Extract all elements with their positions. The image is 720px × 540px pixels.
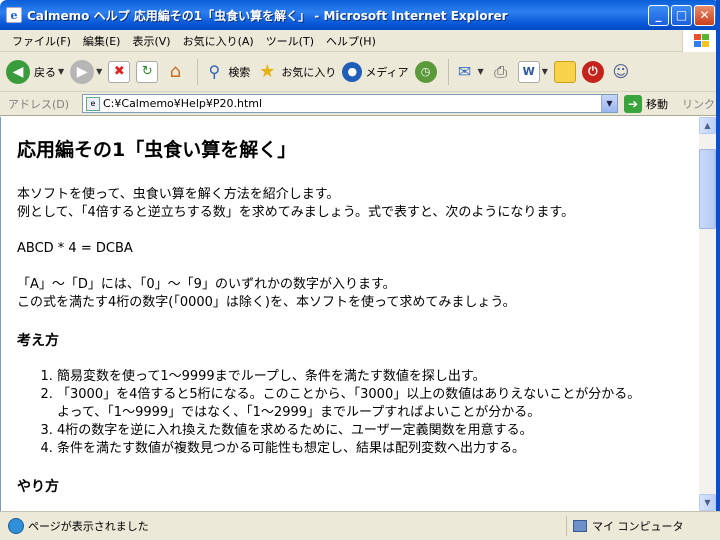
go-button[interactable]: ➔ 移動 — [624, 94, 668, 113]
media-label: メディア — [365, 65, 409, 79]
minimize-button[interactable]: _ — [648, 4, 669, 26]
forward-arrow-icon: ▶ — [70, 59, 95, 84]
menu-help[interactable]: ヘルプ(H) — [320, 33, 382, 49]
mail-icon: ✉ — [457, 62, 472, 81]
stop-button[interactable]: ✖ — [108, 60, 131, 83]
vertical-scrollbar[interactable]: ▲ ▼ — [699, 117, 716, 511]
mail-dropdown-icon[interactable]: ▼ — [478, 67, 484, 76]
favorites-label: お気に入り — [281, 65, 337, 79]
intro-line-2: 例として、「4倍すると逆立ちする数」を求めてみましょう。式で表すと、次のようにな… — [17, 205, 575, 220]
address-dropdown-icon[interactable]: ▼ — [601, 95, 617, 112]
links-label[interactable]: リンク — [682, 96, 715, 112]
list-item: 4桁の数字を逆に入れ換えた数値を求めるために、ユーザー定義関数を用意する。 — [57, 422, 699, 440]
maximize-button[interactable]: □ — [671, 4, 692, 26]
search-label: 検索 — [228, 65, 251, 79]
menu-view[interactable]: 表示(V) — [126, 33, 176, 49]
toolbar: ◀ 戻る ▼ ▶ ▼ ✖ ↻ ⌂ ⚲ 検索 ★ お気に入り ● メディア ◷ ✉… — [0, 52, 720, 92]
power-icon: ⏻ — [581, 60, 604, 83]
address-box: e ▼ — [82, 94, 618, 113]
go-arrow-icon: ➔ — [624, 94, 642, 113]
windows-logo-icon — [682, 30, 720, 52]
title-bar: e Calmemo ヘルプ 応用編その1「虫食い算を解く」 - Microsof… — [0, 0, 720, 30]
favorites-star-icon: ★ — [259, 61, 276, 82]
mail-button[interactable]: ✉ ▼ — [454, 61, 484, 83]
window-title: Calmemo ヘルプ 応用編その1「虫食い算を解く」 - Microsoft … — [27, 8, 508, 23]
back-label: 戻る — [34, 65, 56, 79]
menu-file[interactable]: ファイル(F) — [6, 33, 77, 49]
status-bar: ページが表示されました マイ コンピュータ — [0, 511, 720, 540]
list-item-continuation: よって、「1〜9999」ではなく、「1〜2999」までループすればよいことが分か… — [57, 405, 541, 420]
back-button[interactable]: ◀ 戻る ▼ — [6, 59, 64, 84]
list-item-text: 「3000」を4倍すると5桁になる。このことから、「3000」以上の数値はありえ… — [57, 387, 641, 402]
list-item: 簡易変数を使って1〜9999までループし、条件を満たす数値を探し出す。 — [57, 368, 699, 386]
forward-dropdown-icon[interactable]: ▼ — [96, 67, 102, 76]
extra-button-1[interactable]: ⏻ — [581, 60, 604, 83]
menu-bar: ファイル(F) 編集(E) 表示(V) お気に入り(A) ツール(T) ヘルプ(… — [0, 30, 720, 52]
page-heading: 応用編その1「虫食い算を解く」 — [17, 139, 297, 161]
refresh-icon: ↻ — [136, 60, 159, 83]
messenger-icon: ☺ — [612, 62, 630, 81]
search-icon: ⚲ — [208, 62, 221, 81]
media-button[interactable]: ● メディア — [342, 61, 409, 82]
scroll-thumb[interactable] — [699, 149, 716, 229]
search-button[interactable]: ⚲ 検索 — [203, 61, 250, 83]
back-dropdown-icon[interactable]: ▼ — [58, 67, 64, 76]
edit-button[interactable]: W ▼ — [517, 60, 548, 83]
menu-tools[interactable]: ツール(T) — [260, 33, 320, 49]
list-item: 条件を満たす数値が複数見つかる可能性も想定し、結果は配列変数へ出力する。 — [57, 440, 699, 458]
my-computer-icon — [573, 520, 587, 532]
back-arrow-icon: ◀ — [6, 59, 30, 84]
ie-app-icon: e — [6, 7, 22, 23]
edit-dropdown-icon[interactable]: ▼ — [542, 67, 548, 76]
formula: ABCD * 4 = DCBA — [17, 241, 133, 256]
favorites-button[interactable]: ★ お気に入り — [256, 61, 336, 83]
section-heading-approach: 考え方 — [17, 333, 59, 349]
page-icon: e — [86, 96, 100, 111]
discuss-button[interactable] — [553, 60, 576, 83]
description-line-1: 「A」〜「D」には、「0」〜「9」のいずれかの数字が入ります。 — [17, 277, 396, 292]
home-button[interactable]: ⌂ — [164, 61, 186, 83]
page-content: 応用編その1「虫食い算を解く」 本ソフトを使って、虫食い算を解く方法を紹介します… — [0, 117, 699, 511]
media-icon: ● — [342, 61, 363, 82]
toolbar-separator — [447, 58, 449, 85]
address-bar: アドレス(D) e ▼ ➔ 移動 リンク — [0, 92, 720, 116]
status-text: ページが表示されました — [28, 520, 149, 533]
description-line-2: この式を満たす4桁の数字(「0000」は除く)を、本ソフトを使って求めてみましょ… — [17, 295, 516, 310]
print-icon: ⎙ — [494, 61, 508, 81]
word-edit-icon: W — [517, 60, 540, 83]
forward-button[interactable]: ▶ ▼ — [70, 59, 102, 84]
list-item: 「3000」を4倍すると5桁になる。このことから、「3000」以上の数値はありえ… — [57, 386, 699, 422]
window-frame-right — [716, 0, 720, 540]
scroll-down-button[interactable]: ▼ — [699, 494, 716, 511]
toolbar-separator — [197, 58, 199, 85]
menu-edit[interactable]: 編集(E) — [77, 33, 127, 49]
extra-button-2[interactable]: ☺ — [610, 61, 632, 83]
close-button[interactable]: ✕ — [694, 4, 715, 26]
home-icon: ⌂ — [169, 61, 182, 82]
section-heading-method: やり方 — [17, 479, 59, 495]
refresh-button[interactable]: ↻ — [136, 60, 159, 83]
note-icon — [553, 60, 576, 83]
history-icon: ◷ — [414, 60, 437, 83]
intro-line-1: 本ソフトを使って、虫食い算を解く方法を紹介します。 — [17, 187, 340, 202]
stop-icon: ✖ — [108, 60, 131, 83]
go-label: 移動 — [646, 97, 668, 111]
address-label: アドレス(D) — [8, 97, 70, 111]
zone-label: マイ コンピュータ — [592, 520, 684, 533]
page-status-icon — [8, 518, 24, 534]
approach-list: 簡易変数を使って1〜9999までループし、条件を満たす数値を探し出す。 「300… — [17, 368, 699, 458]
menu-favorites[interactable]: お気に入り(A) — [177, 33, 260, 49]
security-zone: マイ コンピュータ — [566, 516, 716, 536]
address-input[interactable] — [103, 95, 601, 112]
print-button[interactable]: ⎙ — [490, 61, 512, 83]
history-button[interactable]: ◷ — [414, 60, 437, 83]
scroll-up-button[interactable]: ▲ — [699, 117, 716, 134]
